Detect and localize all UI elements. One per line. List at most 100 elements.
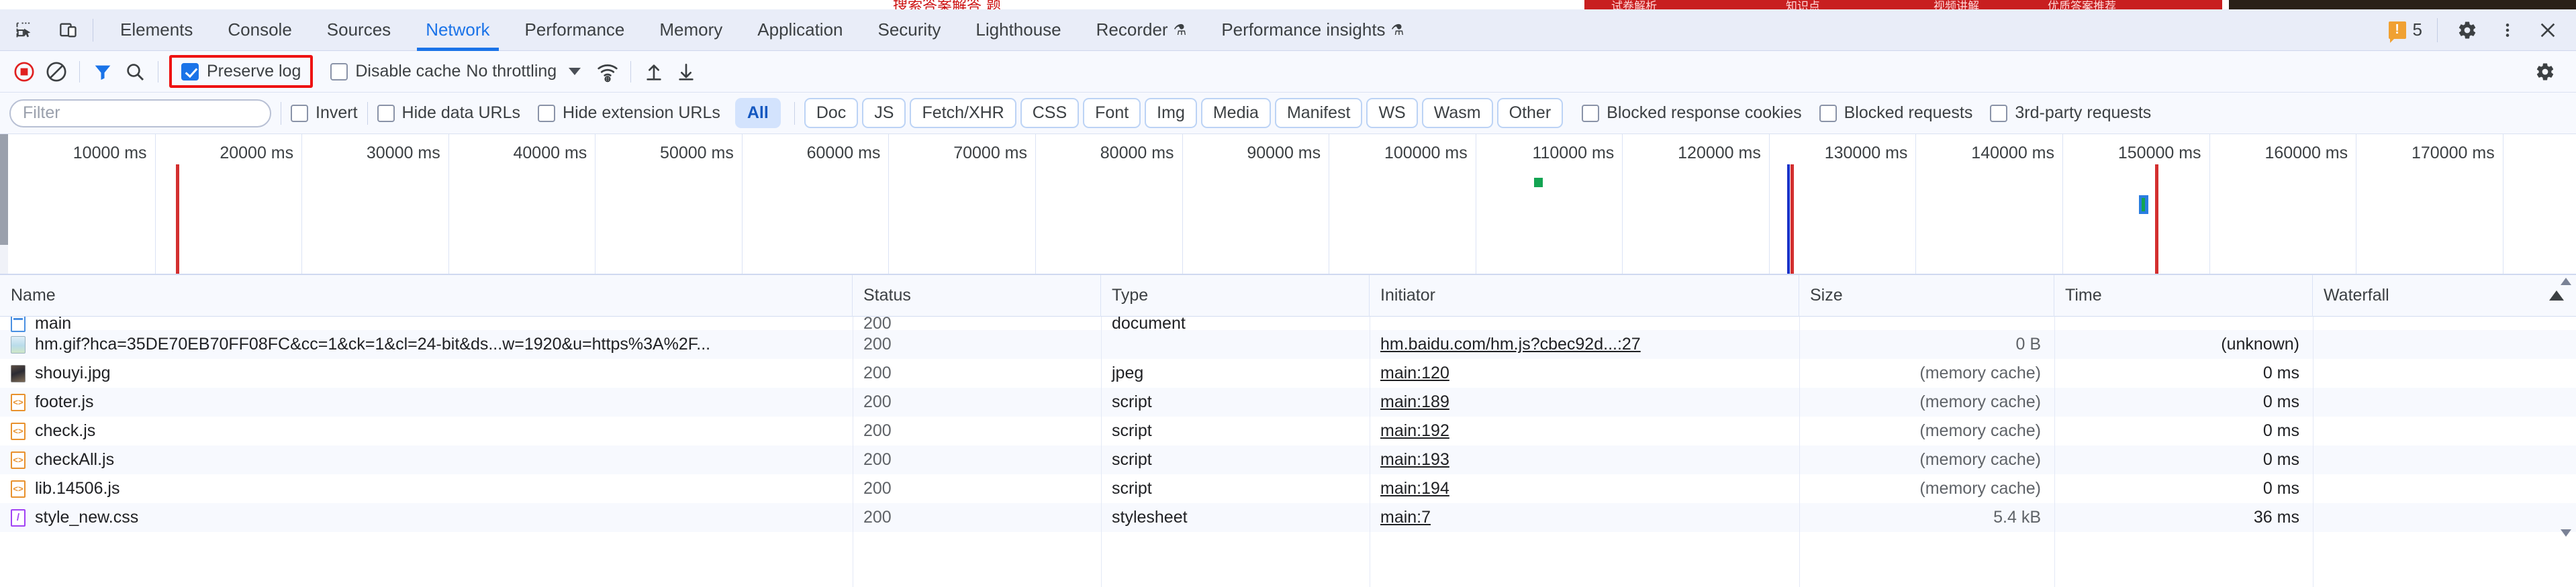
- column-header-type[interactable]: Type: [1101, 274, 1370, 317]
- tab-elements[interactable]: Elements: [103, 9, 210, 51]
- hide-data-urls-checkbox-box[interactable]: [377, 104, 395, 122]
- overview-tick-label: 30000 ms: [366, 144, 440, 162]
- table-row[interactable]: <> checkAll.js 200 script main:193 (memory ca…: [0, 445, 2576, 474]
- initiator-link[interactable]: main:193: [1380, 450, 1449, 470]
- hide-extension-urls-checkbox[interactable]: Hide extension URLs: [538, 103, 720, 123]
- cell-size: (memory cache): [1919, 479, 2041, 498]
- network-settings-gear-icon[interactable]: [2529, 56, 2561, 88]
- table-row[interactable]: main 200 document: [0, 317, 2576, 333]
- bleed-red-band: 试卷解析 知识点 视频讲解 优质答案推荐: [1584, 0, 2222, 9]
- js-file-icon: <>: [11, 422, 26, 440]
- column-header-waterfall[interactable]: Waterfall: [2313, 275, 2576, 317]
- column-header-name[interactable]: Name: [0, 274, 853, 317]
- search-input[interactable]: [9, 99, 271, 127]
- blocked-requests-checkbox-box[interactable]: [1819, 104, 1837, 122]
- table-row[interactable]: <> lib.14506.js 200 script main:194 (memory c…: [0, 474, 2576, 503]
- invert-checkbox-box[interactable]: [291, 104, 308, 122]
- column-header-status[interactable]: Status: [853, 274, 1101, 317]
- tab-memory[interactable]: Memory: [642, 9, 740, 51]
- table-row[interactable]: hm.gif?hca=35DE70EB70FF08FC&cc=1&ck=1&cl…: [0, 330, 2576, 359]
- column-header-size[interactable]: Size: [1799, 274, 2054, 317]
- warning-indicator[interactable]: ! 5: [2388, 19, 2422, 43]
- type-filter-all[interactable]: All: [734, 98, 781, 128]
- tab-performance[interactable]: Performance: [508, 9, 642, 51]
- blocked-response-cookies-checkbox[interactable]: Blocked response cookies: [1582, 103, 1802, 123]
- type-filter-ws[interactable]: WS: [1366, 98, 1418, 128]
- initiator-link[interactable]: main:192: [1380, 421, 1449, 441]
- column-divider-time: [2054, 317, 2055, 587]
- preserve-log-checkbox[interactable]: Preserve log: [169, 55, 314, 88]
- cell-time: 0 ms: [2262, 392, 2299, 411]
- preserve-log-checkbox-box[interactable]: [181, 62, 199, 81]
- more-options-icon[interactable]: [2493, 15, 2522, 45]
- blocked-requests-checkbox[interactable]: Blocked requests: [1819, 103, 1972, 123]
- tab-application[interactable]: Application: [740, 9, 860, 51]
- initiator-link[interactable]: main:194: [1380, 479, 1449, 498]
- js-file-icon: <>: [11, 480, 26, 498]
- type-filter-media[interactable]: Media: [1200, 98, 1271, 128]
- tab-network[interactable]: Network: [408, 9, 507, 51]
- tab-recorder[interactable]: Recorder ⚗: [1079, 9, 1204, 51]
- search-icon[interactable]: [119, 56, 151, 88]
- type-filter-doc[interactable]: Doc: [804, 98, 859, 128]
- cell-time: [2054, 317, 2313, 330]
- cell-initiator[interactable]: main:7: [1370, 503, 1799, 532]
- type-filter-fetch-xhr[interactable]: Fetch/XHR: [910, 98, 1016, 128]
- initiator-link[interactable]: main:120: [1380, 364, 1449, 383]
- type-filter-img[interactable]: Img: [1145, 98, 1197, 128]
- tab-performance-insights[interactable]: Performance insights ⚗: [1204, 9, 1421, 51]
- device-toolbar-icon[interactable]: [54, 15, 83, 45]
- table-row[interactable]: <> footer.js 200 script main:189 (memory cach…: [0, 388, 2576, 417]
- disable-cache-checkbox-box[interactable]: [330, 62, 348, 81]
- cell-initiator[interactable]: main:194: [1370, 474, 1799, 503]
- throttling-dropdown[interactable]: No throttling: [461, 59, 586, 84]
- export-har-icon[interactable]: [670, 56, 702, 88]
- cell-initiator[interactable]: main:192: [1370, 417, 1799, 445]
- type-filter-wasm[interactable]: Wasm: [1421, 98, 1493, 128]
- initiator-link[interactable]: main:7: [1380, 508, 1431, 527]
- tab-security[interactable]: Security: [861, 9, 959, 51]
- filter-funnel-icon[interactable]: [87, 56, 119, 88]
- table-row[interactable]: <> check.js 200 script main:192 (memory cache…: [0, 417, 2576, 445]
- type-filter-font[interactable]: Font: [1083, 98, 1141, 128]
- inspect-element-icon[interactable]: [9, 15, 39, 45]
- cell-initiator[interactable]: main:189: [1370, 388, 1799, 417]
- network-overview-timeline[interactable]: 10000 ms 20000 ms 30000 ms 40000 ms 50000 ms…: [0, 134, 2576, 275]
- tab-sources[interactable]: Sources: [309, 9, 408, 51]
- clear-network-log-icon[interactable]: [40, 56, 73, 88]
- type-filter-other[interactable]: Other: [1496, 98, 1564, 128]
- third-party-requests-checkbox[interactable]: 3rd-party requests: [1990, 103, 2151, 123]
- cell-initiator[interactable]: [1370, 317, 1799, 330]
- table-row[interactable]: shouyi.jpg 200 jpeg main:120 (memory cache) 0…: [0, 359, 2576, 388]
- scroll-down-arrow-icon[interactable]: [2561, 529, 2571, 537]
- invert-checkbox[interactable]: Invert: [291, 103, 358, 123]
- wifi-conditions-icon[interactable]: [591, 56, 624, 88]
- column-header-initiator[interactable]: Initiator: [1370, 274, 1799, 317]
- initiator-link[interactable]: main:189: [1380, 392, 1449, 412]
- import-har-icon[interactable]: [638, 56, 670, 88]
- disable-cache-checkbox[interactable]: Disable cache: [330, 62, 461, 81]
- type-filter-manifest[interactable]: Manifest: [1274, 98, 1363, 128]
- cell-initiator[interactable]: hm.baidu.com/hm.js?cbec92d...:27: [1370, 330, 1799, 359]
- table-row[interactable]: / style_new.css 200 stylesheet main:7 5.4 kB 3…: [0, 503, 2576, 532]
- table-scrollbar[interactable]: [2559, 278, 2573, 537]
- cell-waterfall: [2313, 503, 2576, 532]
- tab-lighthouse[interactable]: Lighthouse: [958, 9, 1078, 51]
- column-header-time[interactable]: Time: [2054, 274, 2313, 317]
- close-devtools-icon[interactable]: [2533, 15, 2563, 45]
- blocked-response-cookies-checkbox-box[interactable]: [1582, 104, 1600, 122]
- type-filter-js[interactable]: JS: [862, 98, 906, 128]
- settings-gear-icon[interactable]: [2452, 15, 2482, 45]
- record-stop-icon[interactable]: [8, 56, 40, 88]
- hide-extension-urls-checkbox-box[interactable]: [538, 104, 556, 122]
- tab-console[interactable]: Console: [210, 9, 309, 51]
- third-party-requests-checkbox-box[interactable]: [1990, 104, 2008, 122]
- initiator-link[interactable]: hm.baidu.com/hm.js?cbec92d...:27: [1380, 335, 1641, 354]
- js-file-icon: <>: [11, 393, 26, 411]
- hide-data-urls-checkbox[interactable]: Hide data URLs: [377, 103, 520, 123]
- cell-name: <> check.js: [0, 417, 853, 445]
- type-filter-css[interactable]: CSS: [1020, 98, 1080, 128]
- cell-initiator[interactable]: main:120: [1370, 359, 1799, 388]
- cell-initiator[interactable]: main:193: [1370, 445, 1799, 474]
- scroll-up-arrow-icon[interactable]: [2561, 278, 2571, 285]
